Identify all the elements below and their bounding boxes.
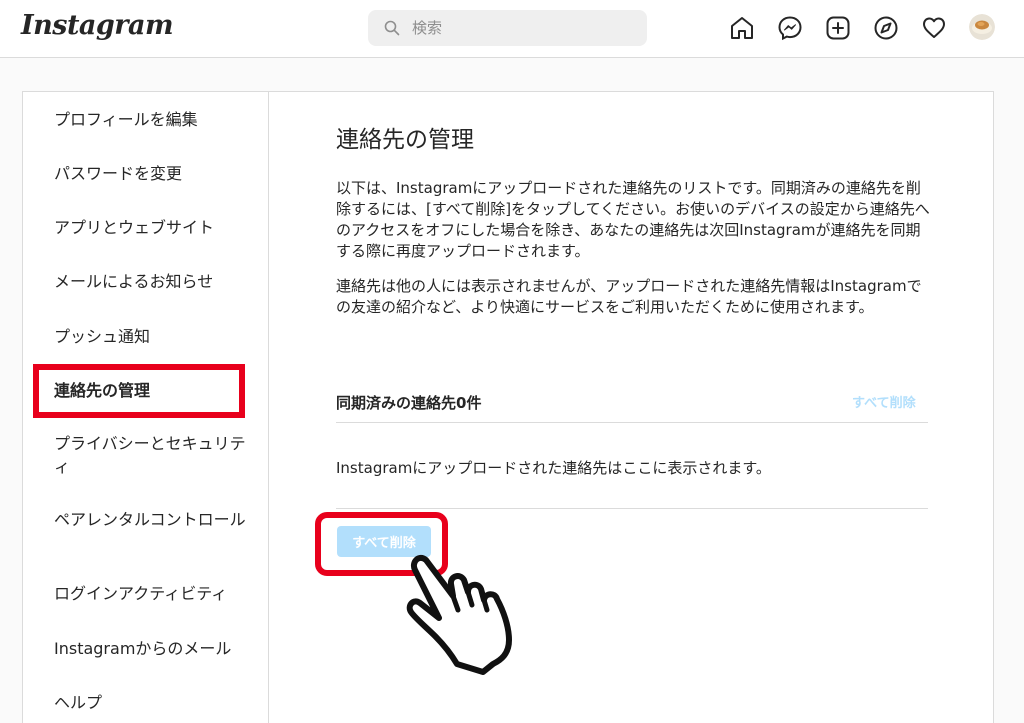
sidebar-item-push-notifications[interactable]: プッシュ通知 (54, 325, 249, 348)
top-navigation-bar: Instagram (0, 0, 1024, 58)
avatar[interactable] (969, 14, 995, 40)
page-title: 連絡先の管理 (336, 127, 474, 153)
sidebar-item-edit-profile[interactable]: プロフィールを編集 (54, 108, 249, 131)
explore-icon[interactable] (873, 15, 899, 41)
delete-all-link[interactable]: すべて削除 (852, 392, 916, 411)
new-post-icon[interactable] (825, 15, 851, 41)
divider (336, 508, 928, 509)
description-paragraph-2: 連絡先は他の人には表示されませんが、アップロードされた連絡先情報はInstagr… (336, 277, 922, 316)
empty-contacts-message: Instagramにアップロードされた連絡先はここに表示されます。 (336, 459, 771, 477)
search-box[interactable] (368, 10, 647, 46)
sidebar-item-help[interactable]: ヘルプ (54, 691, 249, 714)
sidebar-item-email-notifications[interactable]: メールによるお知らせ (54, 270, 249, 293)
sidebar-item-parental-control[interactable]: ペアレンタルコントロール (54, 508, 249, 531)
synced-contacts-heading: 同期済みの連絡先0件 (336, 394, 482, 412)
instagram-logo[interactable]: Instagram (21, 10, 174, 41)
sidebar-item-change-password[interactable]: パスワードを変更 (54, 162, 249, 185)
search-icon (384, 20, 400, 36)
sidebar-item-login-activity[interactable]: ログインアクティビティ (54, 582, 249, 605)
messenger-icon[interactable] (777, 15, 803, 41)
highlight-box-sidebar (33, 364, 245, 418)
pointing-hand-icon (406, 554, 512, 675)
sidebar-item-apps-websites[interactable]: アプリとウェブサイト (54, 216, 249, 239)
settings-sidebar: プロフィールを編集 パスワードを変更 アプリとウェブサイト メールによるお知らせ… (23, 92, 269, 723)
search-input[interactable] (412, 17, 632, 39)
divider (336, 422, 928, 423)
sidebar-item-emails-from-instagram[interactable]: Instagramからのメール (54, 637, 249, 660)
activity-heart-icon[interactable] (921, 15, 947, 41)
sidebar-item-privacy-security[interactable]: プライバシーとセキュリティ (54, 432, 249, 478)
description-paragraph-1: 以下は、Instagramにアップロードされた連絡先のリストです。同期済みの連絡… (336, 179, 930, 260)
home-icon[interactable] (729, 15, 755, 41)
